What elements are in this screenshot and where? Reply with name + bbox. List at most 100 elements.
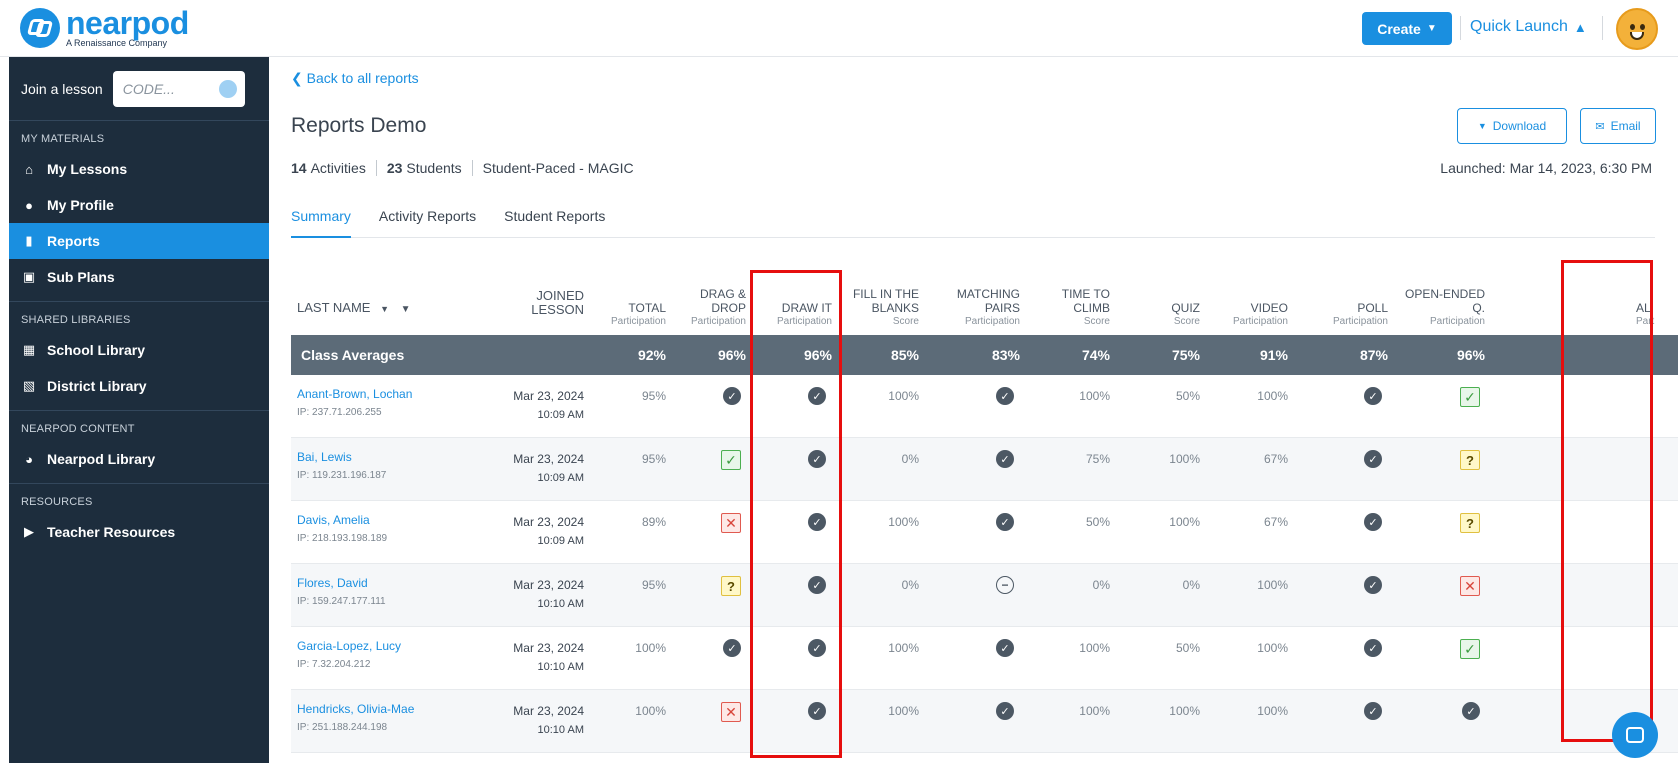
filter-icon[interactable]: ▼ [401, 304, 411, 315]
sidebar-item-my-profile[interactable]: ● My Profile [9, 187, 269, 223]
cell-open[interactable]: ✕ [1460, 576, 1480, 596]
cell-open[interactable]: ✓ [1460, 639, 1480, 659]
avg-quiz: 75% [1171, 347, 1200, 363]
header-draw-it[interactable]: DRAW IT Participation [752, 301, 832, 329]
cell-drag[interactable]: ✓ [723, 387, 741, 405]
joined-date: Mar 23, 2024 [513, 578, 584, 592]
filled-check-circle-icon: ✓ [996, 387, 1014, 405]
filled-check-circle-icon: ✓ [1364, 576, 1382, 594]
cell-draw[interactable]: ✓ [808, 513, 826, 531]
download-button[interactable]: ▼ Download [1457, 108, 1567, 144]
cell-quiz: 100% [1169, 452, 1200, 466]
table-row: Flores, David IP: 159.247.177.111 Mar 23, … [291, 564, 1678, 627]
cell-video: 67% [1263, 515, 1288, 529]
cell-open[interactable]: ? [1460, 513, 1480, 533]
student-name-link[interactable]: Garcia-Lopez, Lucy [297, 639, 401, 653]
chevron-down-icon: ▼ [1426, 23, 1437, 34]
cell-poll[interactable]: ✓ [1364, 639, 1382, 657]
header-open-ended[interactable]: OPEN-ENDED Q. Participation [1405, 287, 1485, 329]
question-box-icon: ? [1460, 450, 1480, 470]
cell-draw[interactable]: ✓ [808, 576, 826, 594]
sidebar-item-nearpod-library[interactable]: ◕ Nearpod Library [9, 441, 269, 477]
user-avatar[interactable] [1616, 8, 1658, 50]
minus-circle-icon: − [996, 576, 1014, 594]
cell-climb: 100% [1079, 704, 1110, 718]
cell-match[interactable]: − [996, 576, 1014, 594]
nearpod-logo[interactable]: nearpod A Renaissance Company [20, 7, 189, 48]
sidebar-item-teacher-resources[interactable]: ▶ Teacher Resources [9, 514, 269, 550]
header-fill-blanks[interactable]: FILL IN THE BLANKS Score [839, 287, 919, 329]
cell-poll[interactable]: ✓ [1364, 513, 1382, 531]
section-my-materials: MY MATERIALS [21, 133, 105, 145]
filled-check-circle-icon: ✓ [1364, 513, 1382, 531]
header-poll[interactable]: POLL Participation [1308, 301, 1388, 329]
cell-match[interactable]: ✓ [996, 702, 1014, 720]
chat-support-button[interactable] [1612, 712, 1658, 758]
cell-draw[interactable]: ✓ [808, 702, 826, 720]
chevron-down-icon: ▼ [1477, 121, 1487, 131]
create-button[interactable]: Create ▼ [1362, 12, 1452, 45]
filled-check-circle-icon: ✓ [996, 702, 1014, 720]
lesson-code-input[interactable]: CODE... [112, 70, 245, 107]
student-name-link[interactable]: Anant-Brown, Lochan [297, 387, 412, 401]
header-quiz[interactable]: QUIZ Score [1140, 301, 1200, 329]
class-averages-label: Class Averages [301, 347, 405, 363]
joined-time: 10:10 AM [537, 661, 584, 673]
table-row: Davis, Amelia IP: 218.193.198.189 Mar 23, … [291, 501, 1678, 564]
class-averages-row: Class Averages 92% 96% 96% 85% 83% 74% 7… [291, 335, 1678, 375]
tab-student-reports[interactable]: Student Reports [504, 208, 605, 238]
sidebar-item-my-lessons[interactable]: ⌂ My Lessons [9, 151, 269, 187]
student-ip: IP: 7.32.204.212 [297, 659, 371, 670]
student-name-link[interactable]: Bai, Lewis [297, 450, 352, 464]
header-matching-pairs[interactable]: MATCHING PAIRS Participation [940, 287, 1020, 329]
header-partial-column[interactable]: AL Part [1636, 301, 1676, 329]
header-joined-lesson[interactable]: JOINED LESSON [494, 289, 584, 317]
avg-fill-blanks: 85% [890, 347, 919, 363]
sidebar-item-sub-plans[interactable]: ▣ Sub Plans [9, 259, 269, 295]
back-to-reports-link[interactable]: ❮ Back to all reports [291, 70, 419, 87]
join-go-icon[interactable] [218, 79, 237, 98]
cell-drag[interactable]: ✓ [721, 450, 741, 470]
cell-drag[interactable]: ? [721, 576, 741, 596]
cell-open[interactable]: ✓ [1462, 702, 1480, 720]
sidebar-item-reports[interactable]: ▮ Reports [9, 223, 269, 259]
cell-match[interactable]: ✓ [996, 387, 1014, 405]
cell-total: 95% [641, 578, 666, 592]
cell-poll[interactable]: ✓ [1364, 702, 1382, 720]
student-name-link[interactable]: Davis, Amelia [297, 513, 370, 527]
cell-draw[interactable]: ✓ [808, 639, 826, 657]
cell-match[interactable]: ✓ [996, 513, 1014, 531]
quick-launch-button[interactable]: Quick Launch ▲ [1470, 18, 1587, 36]
filled-check-circle-icon: ✓ [996, 513, 1014, 531]
cell-poll[interactable]: ✓ [1364, 450, 1382, 468]
cell-match[interactable]: ✓ [996, 639, 1014, 657]
cell-poll[interactable]: ✓ [1364, 576, 1382, 594]
header-last-name[interactable]: LAST NAME ▼ ▼ [297, 301, 411, 317]
cell-fill: 100% [888, 515, 919, 529]
sort-down-icon[interactable]: ▼ [380, 304, 389, 314]
lesson-mode: Student-Paced - MAGIC [482, 160, 634, 176]
cell-open[interactable]: ✓ [1460, 387, 1480, 407]
cell-drag[interactable]: ✓ [723, 639, 741, 657]
cell-draw[interactable]: ✓ [808, 387, 826, 405]
cell-drag[interactable]: ✕ [721, 702, 741, 722]
sidebar-item-school-library[interactable]: ▦ School Library [9, 332, 269, 368]
student-name-link[interactable]: Hendricks, Olivia-Mae [297, 702, 414, 716]
cell-poll[interactable]: ✓ [1364, 387, 1382, 405]
header-total[interactable]: TOTAL Participation [586, 301, 666, 329]
cell-drag[interactable]: ✕ [721, 513, 741, 533]
header-time-to-climb[interactable]: TIME TO CLIMB Score [1040, 287, 1110, 329]
students-label: Students [406, 160, 462, 176]
header-video[interactable]: VIDEO Participation [1208, 301, 1288, 329]
cell-match[interactable]: ✓ [996, 450, 1014, 468]
cell-draw[interactable]: ✓ [808, 450, 826, 468]
bar-chart-icon: ▮ [25, 233, 33, 248]
cell-fill: 100% [888, 704, 919, 718]
tab-summary[interactable]: Summary [291, 208, 351, 238]
email-button[interactable]: ✉ Email [1580, 108, 1656, 144]
tab-activity-reports[interactable]: Activity Reports [379, 208, 476, 238]
sidebar-item-district-library[interactable]: ▧ District Library [9, 368, 269, 404]
header-drag-drop[interactable]: DRAG & DROP Participation [676, 287, 746, 329]
cell-open[interactable]: ? [1460, 450, 1480, 470]
student-name-link[interactable]: Flores, David [297, 576, 368, 590]
